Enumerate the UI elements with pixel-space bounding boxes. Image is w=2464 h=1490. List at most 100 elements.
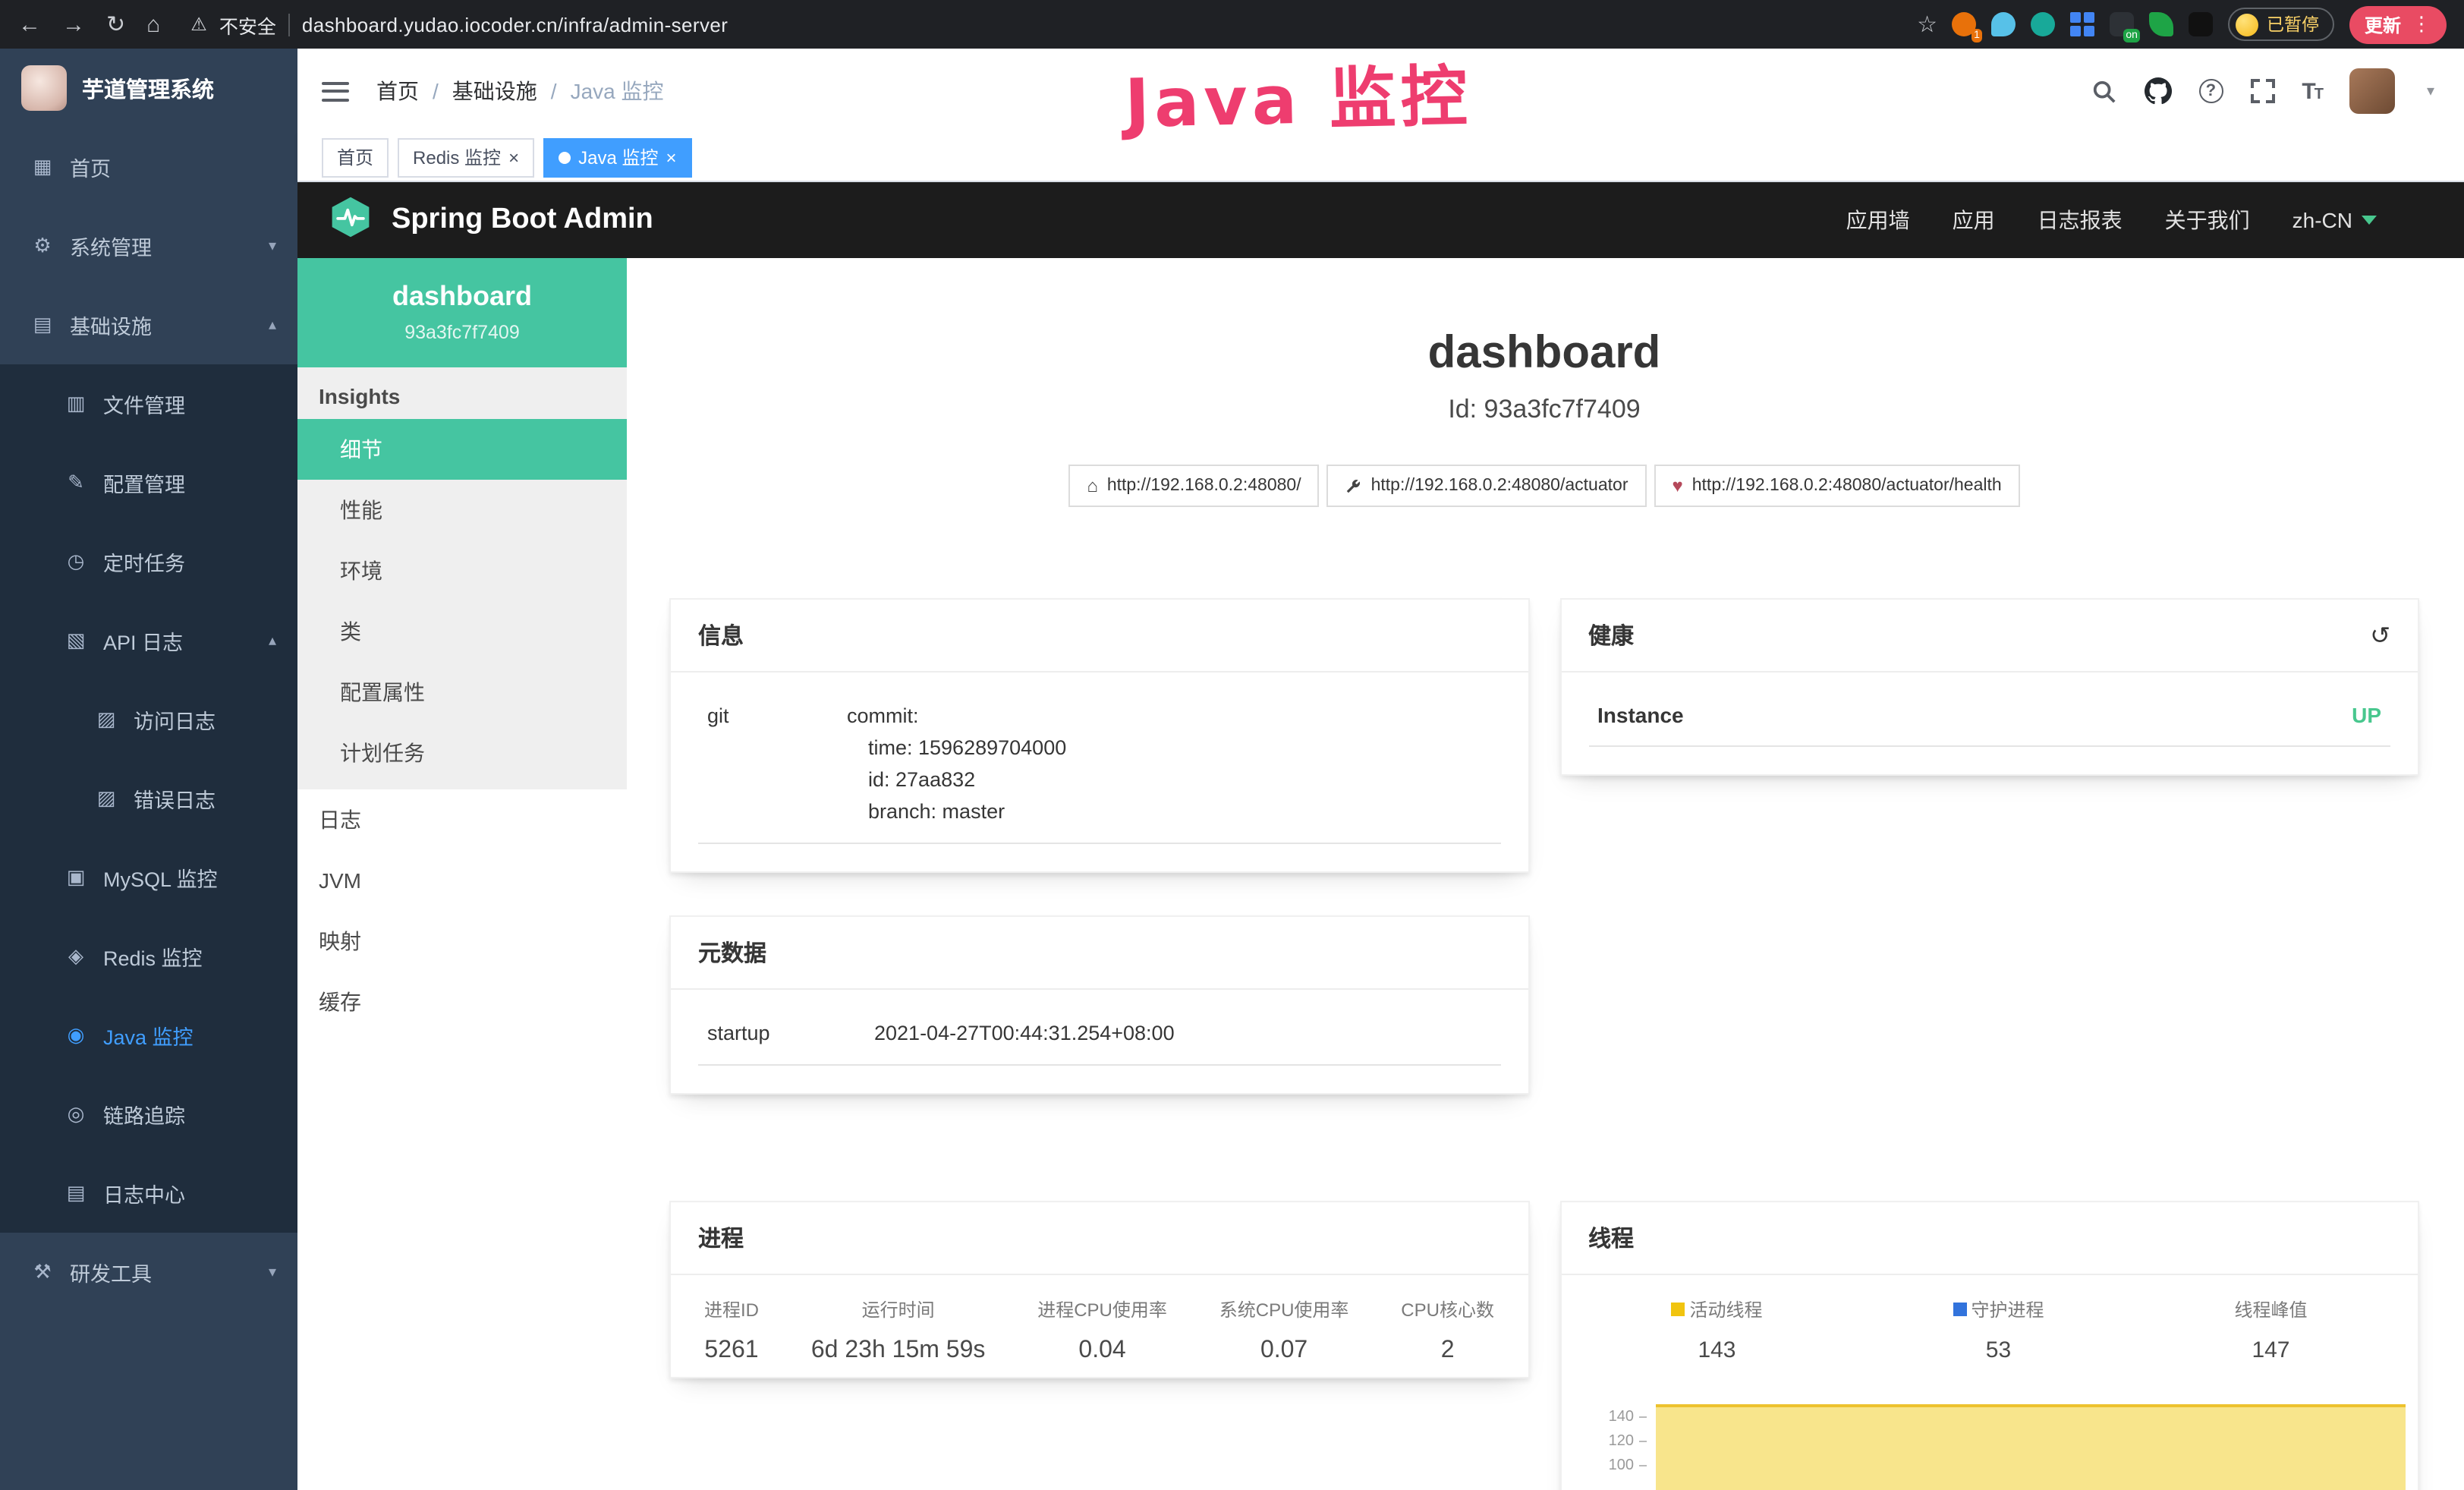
instance-link-home[interactable]: ⌂ http://192.168.0.2:48080/ xyxy=(1068,465,1319,507)
font-size-icon[interactable]: TT xyxy=(2302,78,2322,104)
insights-group-label[interactable]: Insights xyxy=(297,367,627,419)
chrome-menu-icon[interactable]: ⋮ xyxy=(2412,12,2431,36)
sidebar-item-api-log[interactable]: ▧ API 日志 ▴ xyxy=(0,601,297,680)
row-label: Instance xyxy=(1597,703,1684,727)
infrastructure-icon: ▤ xyxy=(30,313,55,337)
sidebar-item-dev-tools[interactable]: ⚒ 研发工具 ▾ xyxy=(0,1233,297,1312)
extension-icon-leaf[interactable] xyxy=(2150,12,2174,36)
sba-nav-applications[interactable]: 应用 xyxy=(1953,205,1995,235)
sba-nav-wallboard[interactable]: 应用墙 xyxy=(1846,205,1910,235)
log-center-icon: ▤ xyxy=(64,1181,88,1205)
close-tab-icon[interactable]: × xyxy=(666,148,676,166)
close-tab-icon[interactable]: × xyxy=(508,148,519,166)
instance-title: dashboard xyxy=(669,328,2419,380)
breadcrumb-section[interactable]: 基础设施 xyxy=(452,76,537,106)
tab-redis-monitor[interactable]: Redis 监控 × xyxy=(398,137,534,177)
sba-brand-title[interactable]: Spring Boot Admin xyxy=(392,203,653,237)
sidebar-item-label: 首页 xyxy=(70,152,111,182)
not-secure-warning-icon: ⚠ xyxy=(190,14,207,35)
stat-value: 147 xyxy=(2234,1337,2307,1363)
instance-link-actuator[interactable]: http://192.168.0.2:48080/actuator xyxy=(1327,465,1647,507)
chevron-up-icon: ▴ xyxy=(269,632,276,649)
sba-menu-classes[interactable]: 类 xyxy=(297,601,627,662)
sidebar-item-scheduled-jobs[interactable]: ◷ 定时任务 xyxy=(0,522,297,601)
sidebar-item-java-monitor[interactable]: ◉ Java 监控 xyxy=(0,996,297,1075)
sba-menu-jvm[interactable]: JVM xyxy=(297,850,627,911)
sba-menu-scheduled-tasks[interactable]: 计划任务 xyxy=(297,723,627,783)
sba-menu-config-props[interactable]: 配置属性 xyxy=(297,662,627,723)
sba-menu-caches[interactable]: 缓存 xyxy=(297,972,627,1032)
help-icon[interactable]: ? xyxy=(2198,79,2223,103)
sba-menu-loggers[interactable]: 日志 xyxy=(297,789,627,850)
stat-peak-threads: 线程峰值 147 xyxy=(2234,1296,2307,1363)
metadata-card: 元数据 startup 2021-04-27T00:44:31.254+08:0… xyxy=(669,915,1529,1095)
tab-home[interactable]: 首页 xyxy=(322,137,389,177)
sidebar-item-system[interactable]: ⚙ 系统管理 ▾ xyxy=(0,206,297,285)
sidebar-item-label: 系统管理 xyxy=(70,231,152,261)
y-tick-label: 120 xyxy=(1609,1433,1634,1450)
user-avatar[interactable] xyxy=(2349,68,2395,114)
url-text[interactable]: dashboard.yudao.iocoder.cn/infra/admin-s… xyxy=(302,13,728,36)
row-label: startup xyxy=(707,1017,874,1049)
process-card: 进程 进程ID 5261 运行时间 6d 23h 15m 59s xyxy=(669,1201,1529,1378)
sidebar-item-home[interactable]: ▦ 首页 xyxy=(0,128,297,206)
sidebar-item-label: 错误日志 xyxy=(134,783,216,814)
search-icon[interactable] xyxy=(2091,78,2116,104)
github-icon[interactable] xyxy=(2144,77,2171,105)
sidebar-item-error-log[interactable]: ▨ 错误日志 xyxy=(0,759,297,838)
bookmark-star-icon[interactable]: ☆ xyxy=(1917,13,1937,36)
fullscreen-icon[interactable] xyxy=(2250,79,2274,103)
extension-badge: 1 xyxy=(1971,29,1983,43)
sba-menu-details[interactable]: 细节 xyxy=(297,419,627,480)
extension-icon-teal[interactable] xyxy=(2031,12,2056,36)
sba-nav-journal[interactable]: 日志报表 xyxy=(2038,205,2123,235)
chrome-update-button[interactable]: 更新 ⋮ xyxy=(2349,5,2447,43)
y-tick-label: 100 xyxy=(1609,1457,1634,1474)
sidebar-item-log-center[interactable]: ▤ 日志中心 xyxy=(0,1154,297,1233)
sidebar-item-tracing[interactable]: ◎ 链路追踪 xyxy=(0,1075,297,1154)
profile-paused-chip[interactable]: 已暂停 xyxy=(2229,8,2334,41)
sidebar-item-label: 链路追踪 xyxy=(103,1099,185,1129)
extension-icon-grid[interactable] xyxy=(2071,12,2095,36)
sba-locale-select[interactable]: zh-CN xyxy=(2292,208,2377,232)
paused-label: 已暂停 xyxy=(2267,12,2319,36)
sba-menu-environment[interactable]: 环境 xyxy=(297,540,627,601)
back-icon[interactable]: ← xyxy=(18,13,41,36)
trace-icon: ◎ xyxy=(64,1102,88,1126)
forward-icon[interactable]: → xyxy=(62,13,85,36)
home-icon[interactable]: ⌂ xyxy=(146,13,160,36)
stat-pid: 进程ID 5261 xyxy=(704,1296,759,1365)
sidebar-item-access-log[interactable]: ▨ 访问日志 xyxy=(0,680,297,759)
sba-menu-mappings[interactable]: 映射 xyxy=(297,911,627,972)
sidebar-item-file-manage[interactable]: ▥ 文件管理 xyxy=(0,364,297,443)
sidebar-item-label: API 日志 xyxy=(103,625,183,656)
sidebar-item-infra[interactable]: ▤ 基础设施 ▴ xyxy=(0,285,297,364)
sidebar-item-mysql-monitor[interactable]: ▣ MySQL 监控 xyxy=(0,838,297,917)
address-bar[interactable]: ⚠ 不安全 dashboard.yudao.iocoder.cn/infra/a… xyxy=(190,10,728,39)
extension-icon-orange[interactable]: 1 xyxy=(1953,12,1977,36)
history-icon[interactable]: ↺ xyxy=(2370,620,2390,650)
security-label[interactable]: 不安全 xyxy=(219,10,276,39)
stat-value: 0.07 xyxy=(1219,1337,1349,1365)
health-card-header: 健康 ↺ xyxy=(1561,600,2418,673)
instance-header[interactable]: dashboard 93a3fc7f7409 xyxy=(297,258,627,367)
extension-icon-puzzle[interactable] xyxy=(2189,12,2214,36)
reload-icon[interactable]: ↻ xyxy=(106,13,125,36)
sba-menu-metrics[interactable]: 性能 xyxy=(297,480,627,540)
git-time-line: time: 1596289704000 xyxy=(847,732,1491,764)
sidebar-logo[interactable]: 芋道管理系统 xyxy=(0,49,297,128)
database-icon: ▣ xyxy=(64,865,88,890)
sidebar-item-config-manage[interactable]: ✎ 配置管理 xyxy=(0,443,297,522)
instance-link-health[interactable]: ♥ http://192.168.0.2:48080/actuator/heal… xyxy=(1654,465,2020,507)
breadcrumb-home[interactable]: 首页 xyxy=(376,76,419,106)
sba-nav-about[interactable]: 关于我们 xyxy=(2165,205,2250,235)
stat-label: 守护进程 xyxy=(1971,1296,2044,1322)
git-commit-line: commit: xyxy=(847,700,1491,732)
sidebar-item-redis-monitor[interactable]: ◈ Redis 监控 xyxy=(0,917,297,996)
row-label: git xyxy=(707,700,847,827)
tab-java-monitor[interactable]: Java 监控 × xyxy=(543,137,691,177)
extension-icon-drop[interactable] xyxy=(1992,12,2016,36)
sidebar-toggle-icon[interactable] xyxy=(322,81,349,101)
extension-icon-dark[interactable]: on xyxy=(2110,12,2135,36)
health-row-instance: Instance UP xyxy=(1588,679,2390,747)
